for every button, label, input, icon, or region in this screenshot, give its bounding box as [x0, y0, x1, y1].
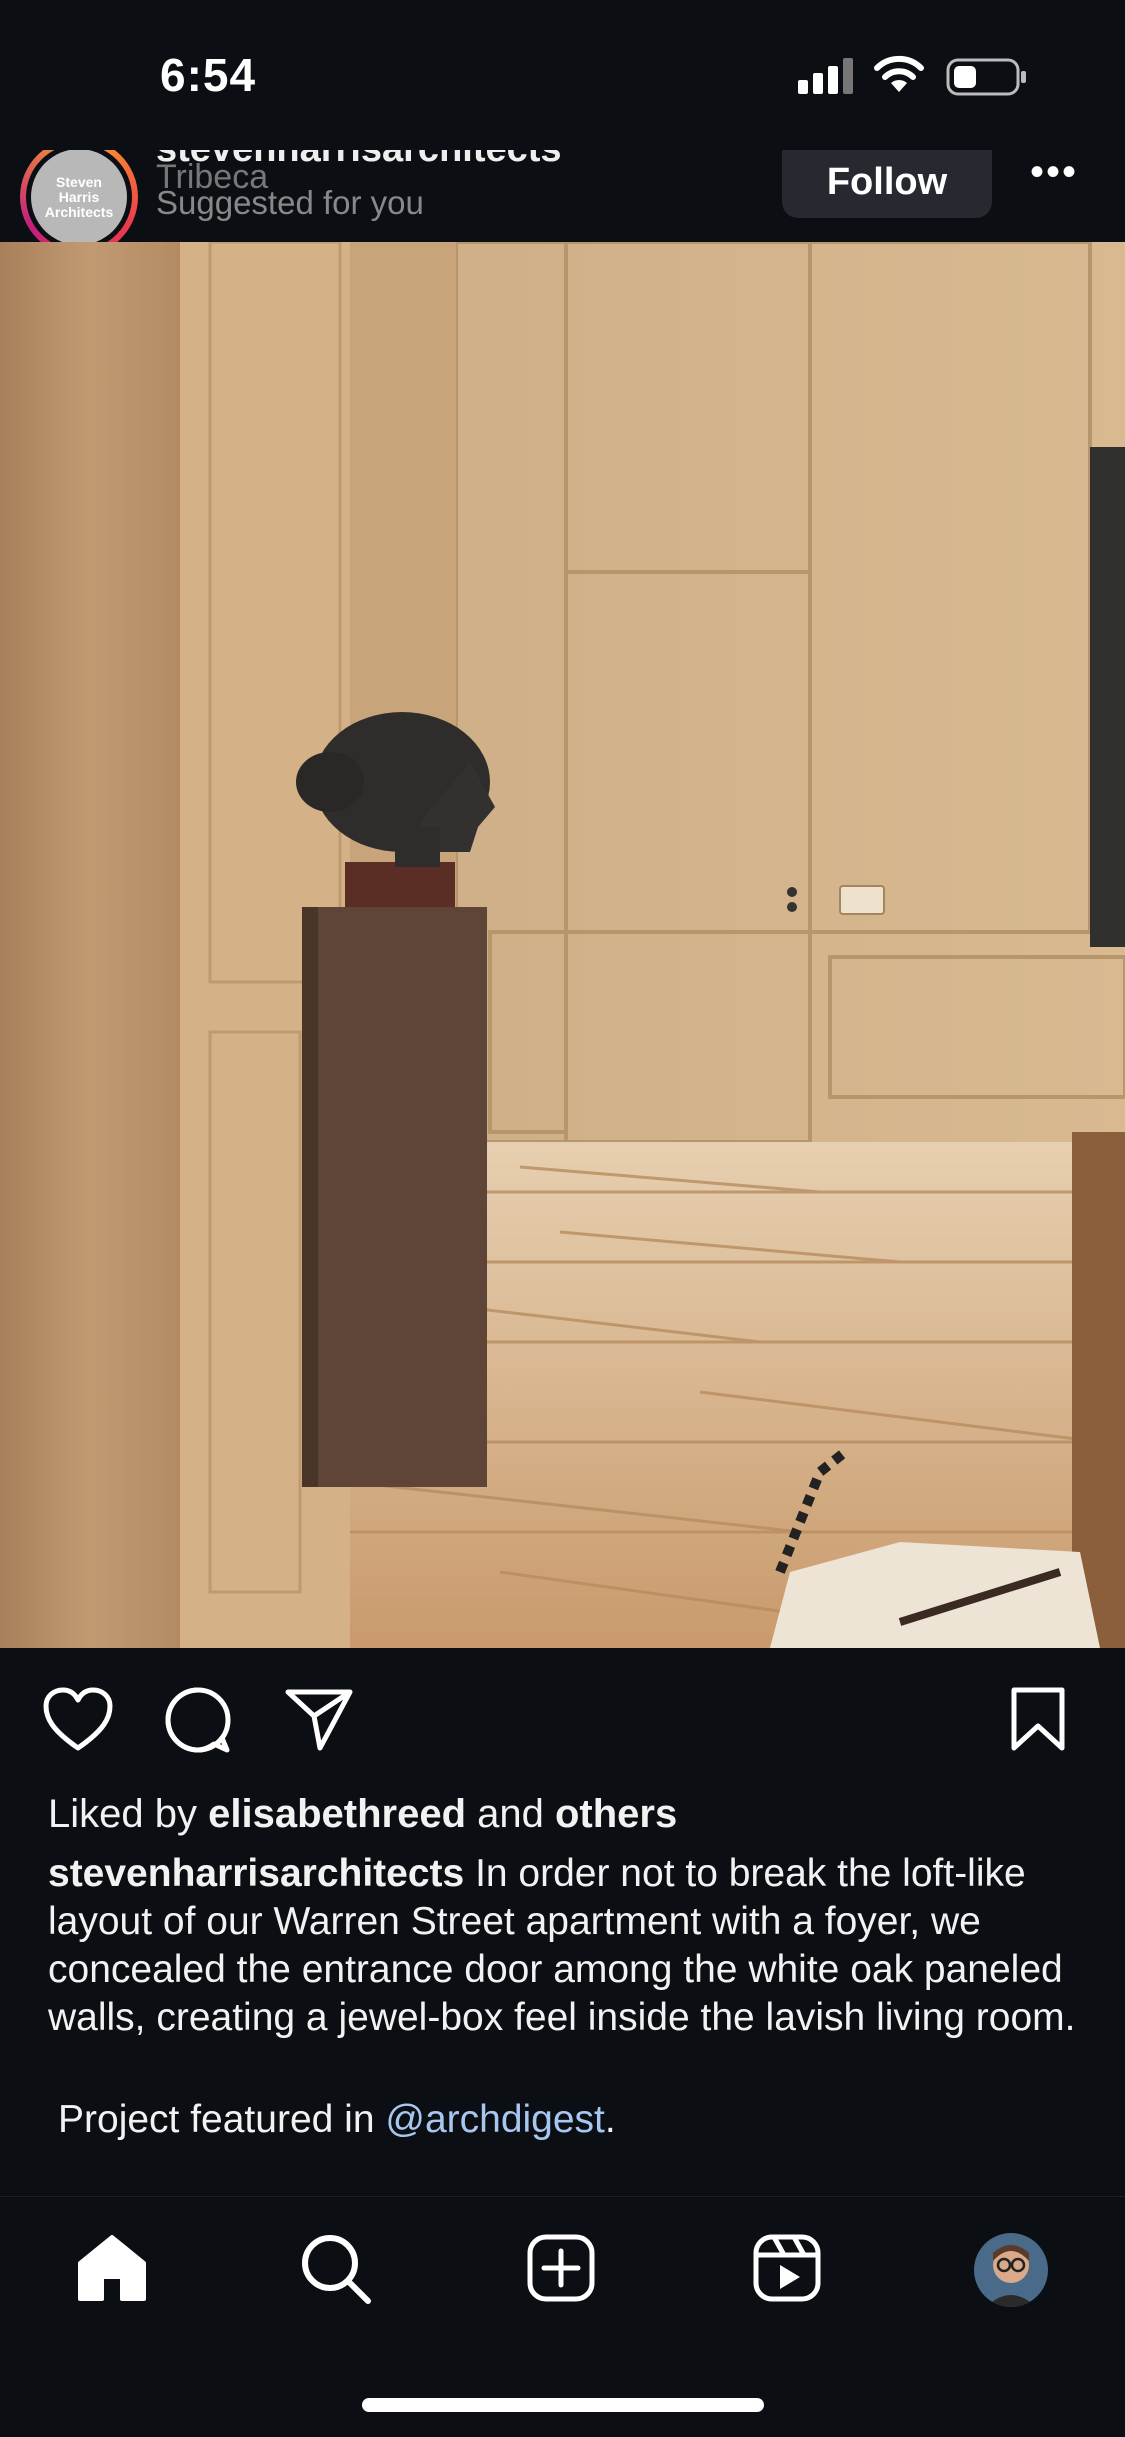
wood-pillar	[0, 242, 180, 1648]
likes-middle: and	[466, 1792, 555, 1836]
status-time: 6:54	[160, 49, 257, 101]
light-switch	[839, 885, 885, 915]
likes-prefix: Liked by	[48, 1792, 209, 1836]
account-avatar[interactable]: Steven Harris Architects	[20, 150, 138, 242]
send-icon[interactable]	[284, 1686, 354, 1752]
featured-suffix: .	[604, 2098, 616, 2141]
suggested-label: Suggested for you	[156, 184, 424, 221]
heart-icon[interactable]	[42, 1686, 114, 1752]
mention-link[interactable]: @archdigest	[385, 2098, 605, 2141]
avatar-logo-text: Steven Harris Architects	[44, 173, 114, 220]
pedestal	[302, 907, 487, 1487]
liked-by-user[interactable]: elisabethreed	[208, 1792, 466, 1836]
likes-summary[interactable]: Liked by elisabethreed and others	[48, 1792, 677, 1837]
bookmark-icon[interactable]	[1010, 1686, 1066, 1752]
follow-button[interactable]: Follow	[782, 150, 992, 218]
home-indicator	[362, 2398, 764, 2412]
battery-icon	[946, 58, 1026, 96]
cellular-signal-icon	[798, 58, 853, 94]
caption-featured: Project featured in @archdigest.	[58, 2098, 616, 2142]
post-action-bar	[0, 1648, 1125, 1798]
artwork	[1090, 447, 1125, 947]
liked-by-others[interactable]: others	[555, 1792, 677, 1836]
plus-square-icon[interactable]	[526, 2233, 596, 2303]
wifi-icon	[874, 55, 924, 92]
featured-prefix: Project featured in	[58, 2098, 386, 2141]
door-knob	[787, 887, 797, 897]
bust-base	[345, 862, 455, 907]
status-bar: 6:54	[0, 0, 1125, 150]
more-options-icon[interactable]: •••	[1030, 150, 1078, 195]
home-icon[interactable]	[76, 2233, 148, 2303]
profile-avatar[interactable]	[974, 2233, 1048, 2307]
post-image[interactable]	[0, 242, 1125, 1648]
post-header: Steven Harris Architects stevenharrisarc…	[0, 150, 1125, 242]
search-icon[interactable]	[300, 2233, 372, 2305]
post-caption: stevenharrisarchitects In order not to b…	[48, 1850, 1088, 2042]
reels-icon[interactable]	[752, 2233, 822, 2303]
comment-icon[interactable]	[164, 1686, 232, 1754]
caption-username[interactable]: stevenharrisarchitects	[48, 1852, 464, 1895]
